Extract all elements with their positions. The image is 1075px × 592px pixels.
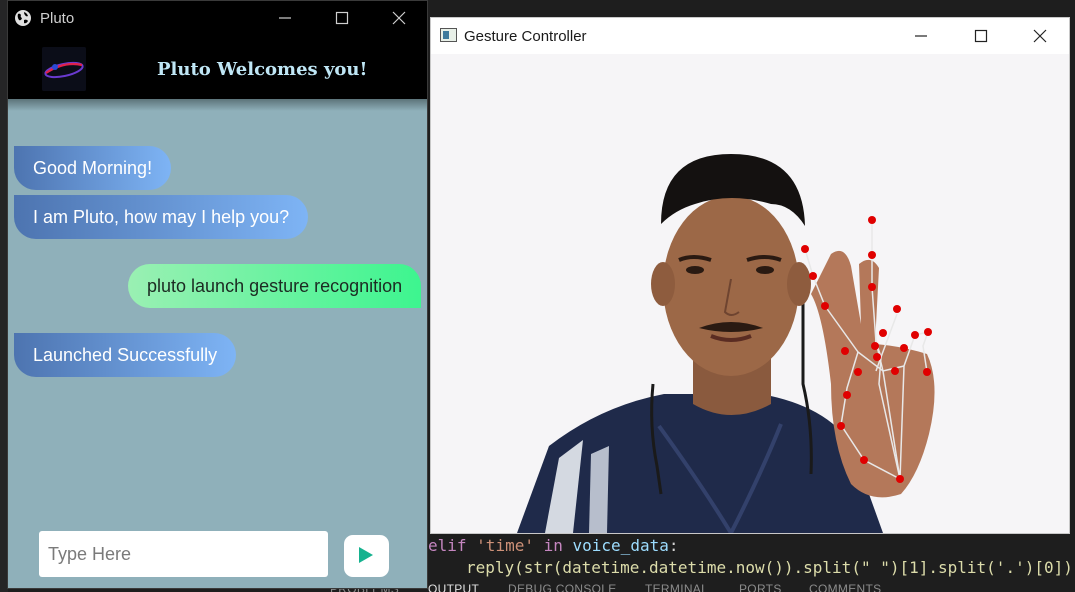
- code-keyword: in: [543, 536, 563, 555]
- close-icon[interactable]: [390, 9, 408, 27]
- gesture-controller-window: Gesture Controller: [430, 17, 1070, 534]
- chat-message-bot: Good Morning!: [14, 146, 172, 190]
- chat-message-bot: Launched Successfully: [14, 333, 237, 377]
- tab-output[interactable]: OUTPUT: [428, 582, 479, 592]
- code-line: elif 'time' in voice_data:: [428, 536, 678, 555]
- camera-feed: [431, 54, 1069, 533]
- tab-ports[interactable]: PORTS: [739, 582, 782, 592]
- header-shadow: [8, 99, 427, 111]
- play-triangle-icon: [359, 547, 373, 563]
- maximize-icon[interactable]: [972, 27, 990, 45]
- desktop: elif 'time' in voice_data: reply(str(dat…: [0, 0, 1075, 592]
- code-string: 'time': [476, 536, 534, 555]
- send-button[interactable]: [344, 535, 389, 577]
- tab-terminal[interactable]: TERMINAL: [645, 582, 708, 592]
- window-title: Pluto: [40, 10, 75, 27]
- maximize-icon[interactable]: [333, 9, 351, 27]
- pluto-window: Pluto Pluto Welcomes you! Good Morning! …: [7, 0, 428, 589]
- person-face: [663, 196, 799, 376]
- message-input[interactable]: Type Here: [39, 531, 328, 577]
- gesture-titlebar[interactable]: Gesture Controller: [431, 18, 1069, 54]
- chat-message-user: pluto launch gesture recognition: [128, 264, 422, 308]
- code-line: reply(str(datetime.datetime.now()).split…: [466, 558, 1073, 577]
- code-punctuation: :: [668, 536, 679, 555]
- window-title: Gesture Controller: [464, 28, 587, 45]
- minimize-icon[interactable]: [276, 9, 294, 27]
- code-variable: voice_data: [572, 536, 669, 555]
- globe-icon: [15, 10, 31, 26]
- close-icon[interactable]: [1031, 27, 1049, 45]
- tab-debug-console[interactable]: DEBUG CONSOLE: [508, 582, 617, 592]
- code-keyword: elif: [428, 536, 467, 555]
- tab-comments[interactable]: COMMENTS: [809, 582, 881, 592]
- input-placeholder: Type Here: [48, 544, 132, 564]
- app-icon: [440, 28, 457, 42]
- pluto-logo: [42, 47, 86, 91]
- pluto-titlebar[interactable]: Pluto: [8, 1, 427, 35]
- welcome-heading: Pluto Welcomes you!: [157, 59, 368, 80]
- minimize-icon[interactable]: [912, 27, 930, 45]
- pluto-header: Pluto Welcomes you!: [8, 35, 427, 99]
- chat-message-bot: I am Pluto, how may I help you?: [14, 195, 309, 239]
